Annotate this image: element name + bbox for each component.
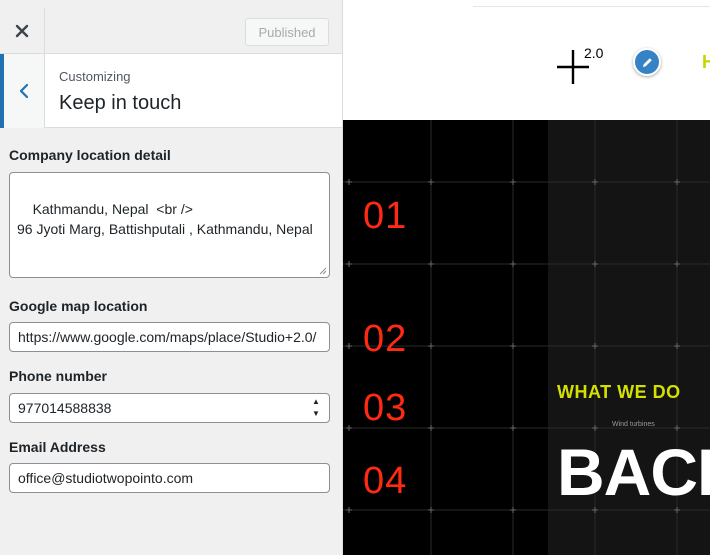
section-number-1[interactable]: 01 (363, 195, 407, 238)
customizer-header: Published (0, 8, 342, 54)
email-address-value: office@studiotwopointo.com (18, 470, 194, 486)
hero-section: 01 02 03 04 WHAT WE DO Wind turbines BAC… (343, 120, 710, 555)
phone-number-input[interactable]: 977014588838 ▲ ▼ (9, 393, 330, 423)
chevron-left-icon (19, 83, 29, 99)
site-logo[interactable]: 2.0 (557, 44, 605, 86)
company-location-label: Company location detail (9, 147, 171, 163)
phone-number-value: 977014588838 (18, 400, 112, 416)
company-location-textarea[interactable]: Kathmandu, Nepal <br /> 96 Jyoti Marg, B… (9, 172, 330, 278)
section-number-2[interactable]: 02 (363, 318, 407, 361)
hero-big-word: BACK (557, 435, 710, 509)
published-button[interactable]: Published (245, 18, 329, 46)
google-map-label: Google map location (9, 298, 148, 314)
logo-superscript: 2.0 (584, 45, 604, 61)
google-map-input[interactable]: https://www.google.com/maps/place/Studio… (9, 322, 330, 352)
back-button[interactable] (0, 54, 45, 128)
phone-number-label: Phone number (9, 368, 108, 384)
resize-grip-icon[interactable] (319, 267, 327, 275)
what-we-do-heading: WHAT WE DO (557, 382, 681, 402)
hero-small-caption: Wind turbines (612, 421, 655, 428)
caret-up-icon[interactable]: ▲ (312, 397, 320, 407)
caret-down-icon[interactable]: ▼ (312, 409, 320, 419)
close-icon (15, 24, 29, 38)
section-header: Customizing Keep in touch (0, 54, 342, 128)
preview-top-border (473, 0, 710, 7)
company-location-value: Kathmandu, Nepal <br /> 96 Jyoti Marg, B… (17, 201, 313, 237)
nav-menu-item[interactable]: H (702, 52, 710, 73)
edit-shortcut-button[interactable] (633, 48, 661, 76)
email-address-input[interactable]: office@studiotwopointo.com (9, 463, 330, 493)
google-map-value: https://www.google.com/maps/place/Studio… (18, 329, 317, 345)
section-number-3[interactable]: 03 (363, 387, 407, 430)
customizing-label: Customizing (59, 69, 131, 84)
section-title: Keep in touch (59, 92, 182, 114)
number-spinner[interactable]: ▲ ▼ (311, 397, 321, 419)
pencil-icon (642, 57, 652, 67)
customizer-sidebar: Published Customizing Keep in touch Comp… (0, 0, 343, 555)
close-button[interactable] (0, 8, 45, 54)
section-number-4[interactable]: 04 (363, 460, 407, 503)
email-address-label: Email Address (9, 439, 106, 455)
